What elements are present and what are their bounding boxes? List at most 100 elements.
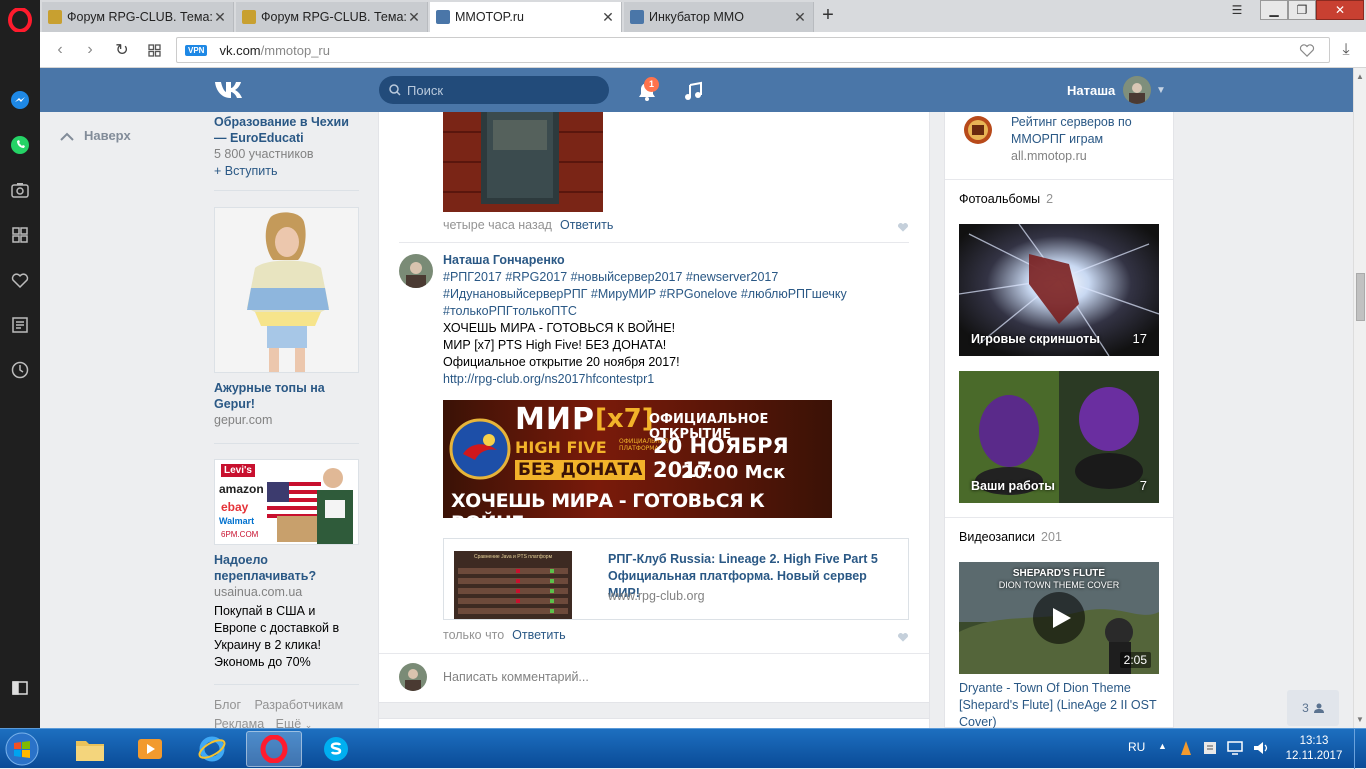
- hashtags-line-2[interactable]: #ИдунановыйсерверРПГ #МируМИР #RPGonelov…: [443, 286, 913, 303]
- close-icon[interactable]: ✕: [407, 9, 421, 26]
- video-title[interactable]: Dryante - Town Of Dion Theme [Shepard's …: [959, 680, 1159, 728]
- media-player-task-button[interactable]: [122, 731, 178, 767]
- album-your-works[interactable]: Ваши работы 7: [959, 371, 1159, 503]
- show-desktop-button[interactable]: [1354, 729, 1366, 769]
- hashtags-line-1[interactable]: #РПГ2017 #RPG2017 #новыйсервер2017 #news…: [443, 269, 913, 286]
- comment-text-1: ХОЧЕШЬ МИРА - ГОТОВЬСЯ К ВОЙНЕ!: [443, 321, 676, 335]
- rating-link-title[interactable]: Рейтинг серверов по ММОРПГ играм: [1011, 114, 1161, 148]
- mmotop-logo-icon[interactable]: [963, 112, 993, 148]
- footer-more-link[interactable]: Ещё: [276, 717, 302, 728]
- video-duration: 2:05: [1119, 652, 1151, 668]
- camera-icon[interactable]: [8, 178, 32, 202]
- skype-task-button[interactable]: [308, 731, 364, 767]
- close-icon[interactable]: ✕: [601, 9, 615, 26]
- ad-title-usainua[interactable]: Надоело переплачивать?: [214, 552, 359, 584]
- tab-incubator[interactable]: Инкубатор MMO ✕: [624, 2, 814, 32]
- system-clock[interactable]: 13:13 12.11.2017: [1284, 734, 1344, 764]
- tab-mmotop[interactable]: MMOTOP.ru ✕: [430, 2, 622, 32]
- footer-ads-link[interactable]: Реклама: [214, 717, 264, 728]
- tray-security-icon[interactable]: [1202, 740, 1218, 756]
- online-friends-button[interactable]: 3: [1287, 690, 1339, 726]
- speed-dial-icon[interactable]: [144, 40, 164, 60]
- group-title[interactable]: Образование в Чехии — EuroEducati: [214, 114, 359, 146]
- sidebar-toggle-icon[interactable]: [8, 676, 32, 700]
- language-indicator[interactable]: RU: [1128, 740, 1145, 754]
- reply-link[interactable]: Ответить: [512, 628, 565, 642]
- start-button[interactable]: [2, 730, 42, 768]
- close-icon[interactable]: ✕: [793, 9, 807, 26]
- chevron-down-icon[interactable]: ▼: [1156, 85, 1166, 96]
- volume-icon[interactable]: [1252, 740, 1270, 756]
- comment-input[interactable]: Написать комментарий...: [443, 670, 589, 684]
- albums-header[interactable]: Фотоальбомы 2: [959, 192, 1053, 206]
- comment-meta-1: четыре часа назад Ответить: [443, 218, 614, 232]
- link-card-domain: www.rpg-club.org: [608, 589, 705, 603]
- tray-expand-icon[interactable]: ▲: [1158, 741, 1167, 751]
- menu-icon[interactable]: ☰: [1226, 0, 1248, 20]
- ad-image-usainua[interactable]: Levi's amazon ebay Walmart 6PM.COM: [214, 459, 359, 545]
- comment-photo[interactable]: [443, 112, 603, 212]
- opera-logo-icon[interactable]: [8, 8, 32, 32]
- music-icon[interactable]: [682, 80, 704, 102]
- network-icon[interactable]: [1226, 740, 1244, 756]
- new-tab-button[interactable]: +: [818, 5, 838, 26]
- tab-rpg-forum-1[interactable]: Форум RPG-CLUB. Тема: Мир ✕: [42, 2, 234, 32]
- history-icon[interactable]: [8, 358, 32, 382]
- banner-image[interactable]: МИР [x7] ОФИЦИАЛЬНОЕ ОТКРЫТИЕ HIGH FIVE …: [443, 400, 832, 518]
- link-card-thumbnail: Сравнение Java и PTS платформ: [454, 551, 572, 619]
- messenger-icon[interactable]: [8, 88, 32, 112]
- like-heart-icon[interactable]: [897, 221, 909, 233]
- minimize-button[interactable]: ▁: [1260, 0, 1288, 20]
- comment-author-avatar[interactable]: [399, 254, 433, 288]
- scroll-up-arrow[interactable]: ▲: [1356, 72, 1364, 81]
- play-icon: [1053, 608, 1071, 628]
- like-heart-icon[interactable]: [897, 631, 909, 643]
- bookmark-heart-icon[interactable]: [1299, 43, 1315, 57]
- tab-rpg-forum-2[interactable]: Форум RPG-CLUB. Тема: Мир ✕: [236, 2, 428, 32]
- maximize-button[interactable]: ❐: [1288, 0, 1316, 20]
- user-icon: [1313, 703, 1324, 713]
- scroll-up-link[interactable]: Наверх: [60, 128, 131, 143]
- news-icon[interactable]: [8, 313, 32, 337]
- chevron-down-icon[interactable]: ⌄: [305, 720, 313, 728]
- explorer-task-button[interactable]: [62, 731, 118, 767]
- play-button[interactable]: [1033, 592, 1085, 644]
- link-card[interactable]: Сравнение Java и PTS платформ РПГ-Клуб R…: [443, 538, 909, 620]
- search-input[interactable]: Поиск: [379, 76, 609, 104]
- download-icon[interactable]: ⤓: [1336, 40, 1356, 60]
- close-icon[interactable]: ✕: [213, 9, 227, 26]
- ie-task-button[interactable]: [184, 731, 240, 767]
- vk-header: Поиск 1 Наташа ▼: [40, 68, 1353, 112]
- reload-icon[interactable]: ↻: [112, 40, 132, 60]
- back-icon[interactable]: ‹: [50, 40, 70, 60]
- hashtags-line-3[interactable]: #толькоРПГтолькоПТС: [443, 303, 913, 320]
- videos-header[interactable]: Видеозаписи 201: [959, 530, 1062, 544]
- scrollbar-thumb[interactable]: [1356, 273, 1365, 321]
- whatsapp-icon[interactable]: [8, 133, 32, 157]
- vpn-badge[interactable]: VPN: [185, 44, 208, 56]
- vk-logo-icon[interactable]: [214, 80, 248, 100]
- join-group-link[interactable]: + Вступить: [214, 163, 359, 180]
- reply-link[interactable]: Ответить: [560, 218, 613, 232]
- speed-dial-icon[interactable]: [8, 223, 32, 247]
- forward-icon[interactable]: ›: [80, 40, 100, 60]
- album-game-screenshots[interactable]: Игровые скриншоты 17: [959, 224, 1159, 356]
- url-field[interactable]: VPN vk.com/mmotop_ru: [176, 37, 1330, 63]
- footer-devs-link[interactable]: Разработчикам: [255, 698, 344, 712]
- video-thumbnail[interactable]: SHEPARD'S FLUTE DION TOWN THEME COVER 2:…: [959, 562, 1159, 674]
- comment-author[interactable]: Наташа Гончаренко: [443, 252, 913, 268]
- user-name[interactable]: Наташа: [1067, 83, 1115, 98]
- ad-title-gepur[interactable]: Ажурные топы на Gepur!: [214, 380, 359, 412]
- comment-meta-2: только что Ответить: [443, 628, 566, 642]
- footer-blog-link[interactable]: Блог: [214, 698, 241, 712]
- ad-image-gepur[interactable]: [214, 207, 359, 373]
- tray-app-icon[interactable]: [1178, 739, 1194, 757]
- comment-url-link[interactable]: http://rpg-club.org/ns2017hfcontestpr1: [443, 371, 913, 388]
- page-scrollbar[interactable]: ▲ ▼: [1353, 68, 1366, 728]
- opera-task-button[interactable]: [246, 731, 302, 767]
- internet-explorer-icon: [198, 736, 226, 762]
- scroll-down-arrow[interactable]: ▼: [1356, 715, 1364, 724]
- avatar[interactable]: [1123, 76, 1151, 104]
- heart-icon[interactable]: [8, 268, 32, 292]
- close-window-button[interactable]: ✕: [1316, 0, 1364, 20]
